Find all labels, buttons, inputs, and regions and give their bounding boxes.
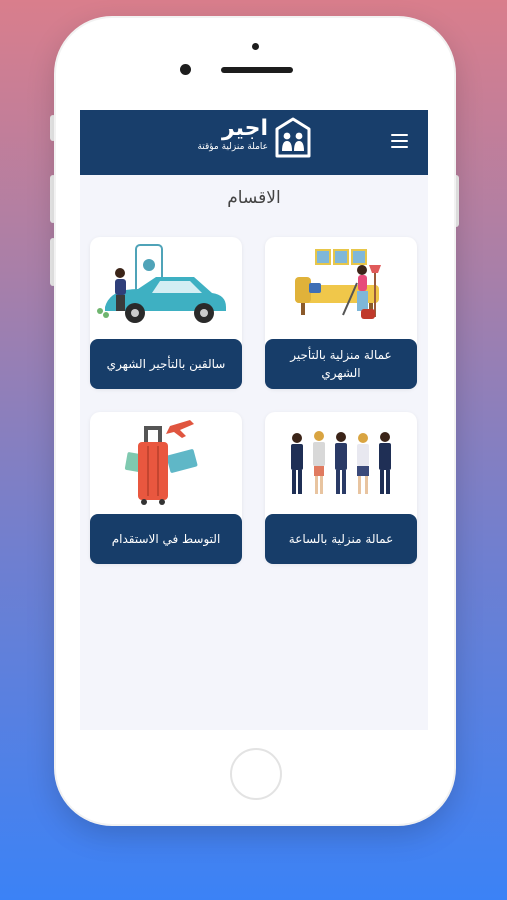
app-tagline: عاملة منزلية مؤقتة — [197, 142, 268, 152]
phone-home-button[interactable] — [230, 748, 282, 800]
suitcase-travel-illustration — [90, 412, 242, 514]
driver-car-illustration — [90, 237, 242, 339]
app-header: اجير عاملة منزلية مؤقتة — [80, 110, 428, 175]
category-card-recruitment-mediation[interactable]: التوسط في الاستقدام — [90, 412, 242, 564]
category-label: عمالة منزلية بالساعة — [265, 514, 417, 564]
phone-speaker — [221, 67, 293, 73]
app-screen: اجير عاملة منزلية مؤقتة الاقسام عمالة من… — [80, 110, 428, 730]
phone-camera — [180, 64, 191, 75]
house-people-logo-icon — [274, 116, 312, 160]
category-card-hourly-housemaid[interactable]: عمالة منزلية بالساعة — [265, 412, 417, 564]
housekeeper-vacuum-illustration — [265, 237, 417, 339]
category-label: عمالة منزلية بالتأجير الشهري — [265, 339, 417, 389]
category-label: سالقين بالتأجير الشهري — [90, 339, 242, 389]
workers-group-illustration — [265, 412, 417, 514]
hamburger-menu-icon[interactable] — [387, 130, 413, 152]
category-label: التوسط في الاستقدام — [90, 514, 242, 564]
phone-sensor — [252, 43, 259, 50]
category-card-monthly-housemaid[interactable]: عمالة منزلية بالتأجير الشهري — [265, 237, 417, 389]
section-title: الاقسام — [227, 188, 281, 208]
category-card-monthly-drivers[interactable]: سالقين بالتأجير الشهري — [90, 237, 242, 389]
app-name: اجير — [221, 116, 268, 141]
